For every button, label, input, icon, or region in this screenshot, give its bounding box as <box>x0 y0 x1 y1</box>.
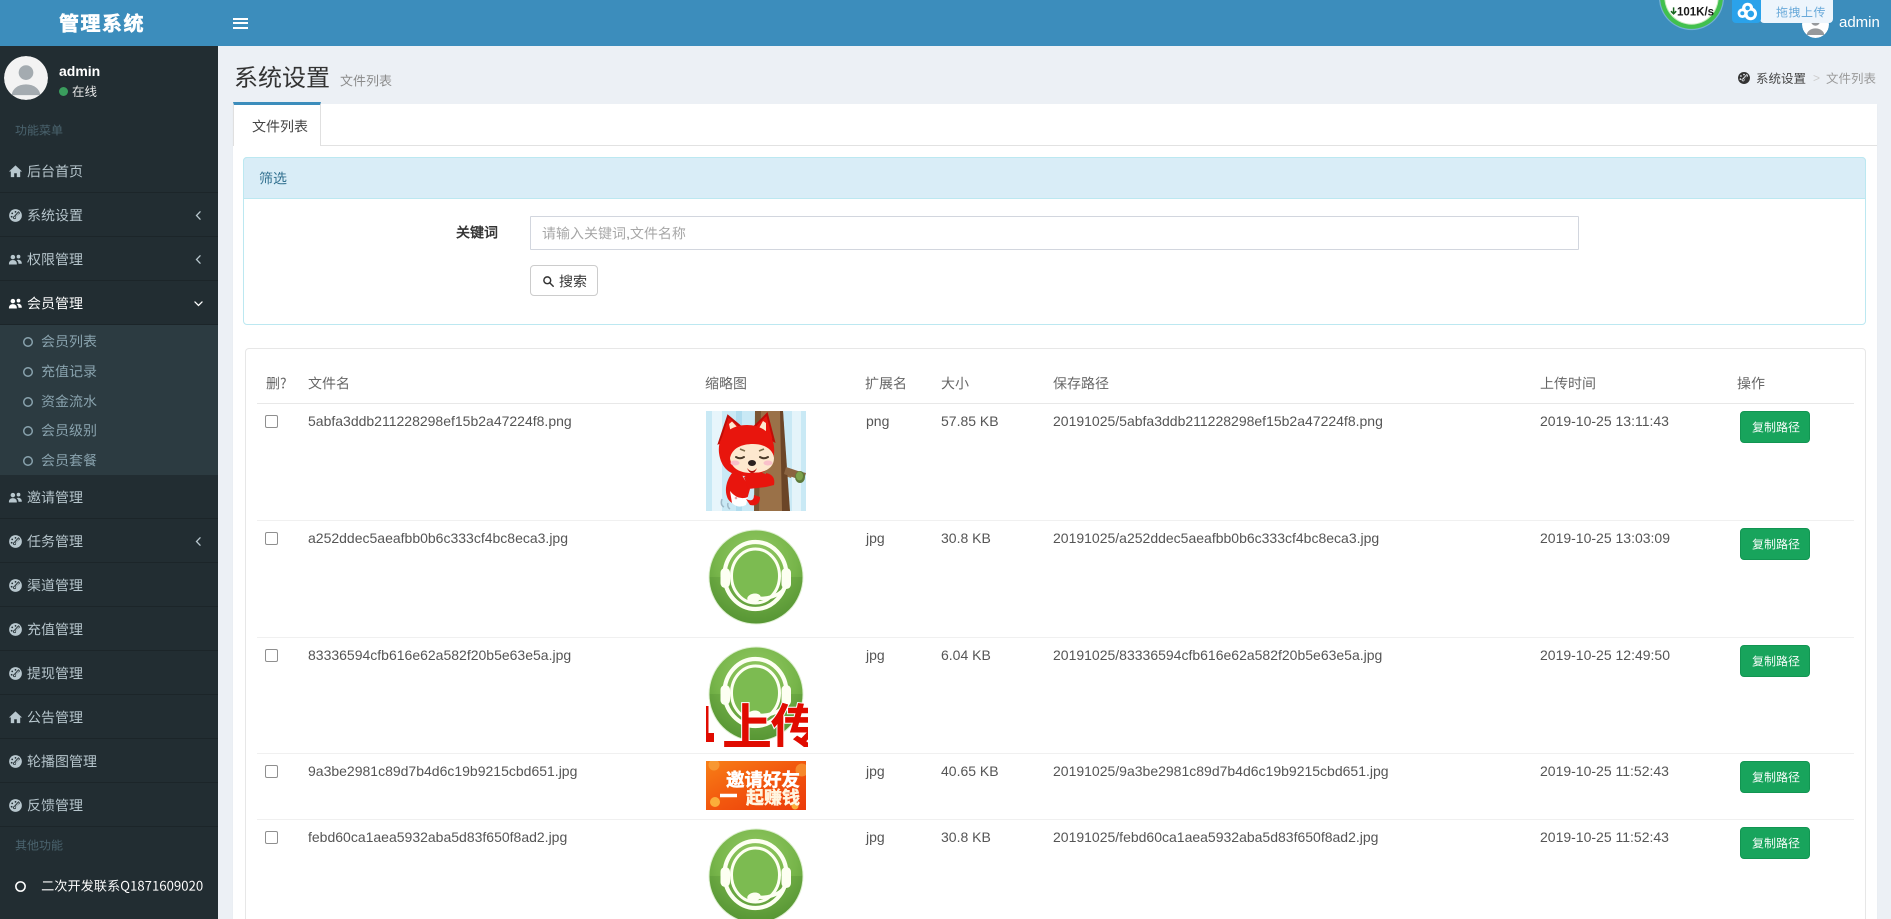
svg-text:101K/s: 101K/s <box>1677 6 1714 18</box>
